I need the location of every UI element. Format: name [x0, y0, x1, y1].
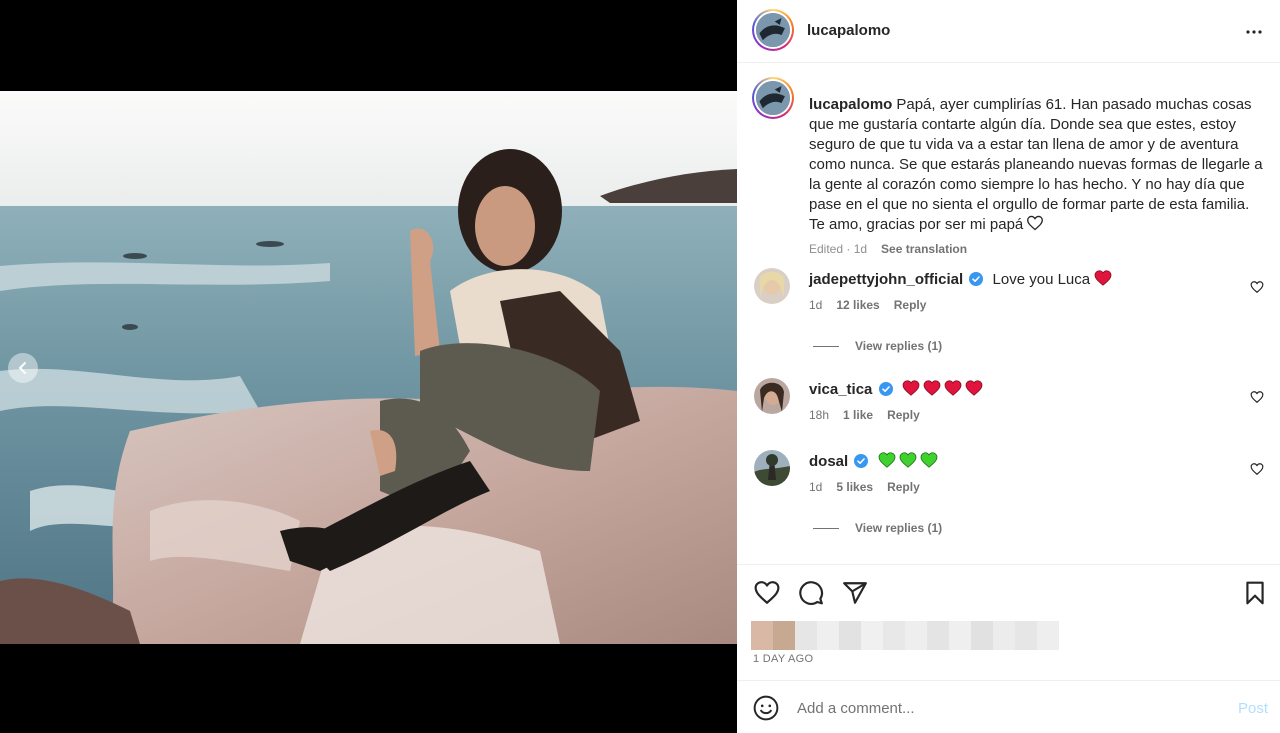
commenter-avatar[interactable]: [754, 378, 790, 414]
author-avatar[interactable]: [752, 9, 794, 51]
instagram-post-modal: lucapalomo lucapalomo Papá, ayer cumplir…: [0, 0, 1280, 733]
comment-meta: 1d 12 likes Reply: [809, 298, 926, 312]
commenter-avatar[interactable]: [754, 268, 790, 304]
reply-button[interactable]: Reply: [887, 408, 920, 422]
avatar-image: [754, 378, 790, 414]
comment-body: vica_tica: [809, 380, 986, 400]
red-heart-emoji-icon: [902, 380, 920, 396]
red-heart-emoji-icon: [965, 380, 983, 396]
comment-likes-count[interactable]: 12 likes: [836, 298, 879, 312]
add-comment-bar: Post: [737, 680, 1280, 733]
caption-edited-age: Edited · 1d: [809, 242, 868, 256]
comment-likes-count[interactable]: 1 like: [843, 408, 873, 422]
see-translation-link[interactable]: See translation: [881, 242, 967, 256]
comment-like-heart-icon[interactable]: [1250, 390, 1264, 404]
add-comment-input[interactable]: [797, 695, 1197, 721]
verified-badge-icon: [969, 272, 984, 286]
view-replies-button[interactable]: View replies (1): [813, 339, 942, 353]
comment-text: Love you Luca: [992, 271, 1091, 288]
green-heart-emoji-icon: [899, 452, 916, 468]
share-paper-plane-icon[interactable]: [842, 580, 868, 606]
comment-meta: 18h 1 like Reply: [809, 408, 920, 422]
comment-bubble-icon[interactable]: [798, 580, 824, 606]
caption-username[interactable]: lucapalomo: [809, 96, 892, 113]
commenter-username[interactable]: vica_tica: [809, 381, 872, 398]
save-bookmark-icon[interactable]: [1242, 580, 1268, 606]
commenter-username[interactable]: dosal: [809, 453, 848, 470]
emoji-smiley-icon[interactable]: [753, 695, 779, 721]
replies-divider-line: [813, 346, 839, 348]
caption-body: Papá, ayer cumplirías 61. Han pasado muc…: [809, 96, 1263, 233]
chevron-left-icon: [19, 362, 26, 374]
verified-badge-icon: [878, 382, 893, 396]
post-actions-bar: [737, 565, 1280, 621]
comment-like-heart-icon[interactable]: [1250, 280, 1264, 294]
reply-button[interactable]: Reply: [894, 298, 927, 312]
view-replies-button[interactable]: View replies (1): [813, 521, 942, 535]
comment-age: 18h: [809, 408, 830, 422]
more-options-icon[interactable]: [1242, 20, 1266, 44]
like-heart-icon[interactable]: [754, 580, 780, 606]
post-comment-button[interactable]: Post: [1238, 700, 1268, 717]
green-heart-emoji-icon: [920, 452, 937, 468]
reply-button[interactable]: Reply: [887, 480, 920, 494]
avatar-image: [754, 268, 790, 304]
red-heart-emoji-icon: [1094, 270, 1112, 286]
replies-divider-line: [813, 528, 839, 530]
red-heart-emoji-icon: [923, 380, 941, 396]
comment-body: dosal: [809, 452, 941, 472]
comment-age: 1d: [809, 480, 823, 494]
comment-like-heart-icon[interactable]: [1250, 462, 1264, 476]
author-username[interactable]: lucapalomo: [807, 22, 890, 39]
liked-by-blurred: [751, 621, 1059, 650]
comment-likes-count[interactable]: 5 likes: [836, 480, 873, 494]
post-timestamp: 1 DAY AGO: [753, 653, 814, 665]
commenter-avatar[interactable]: [754, 450, 790, 486]
avatar-image: [754, 450, 790, 486]
post-details-panel: lucapalomo lucapalomo Papá, ayer cumplir…: [737, 0, 1280, 733]
post-media-area: [0, 0, 737, 733]
red-heart-emoji-icon: [944, 380, 962, 396]
commenter-username[interactable]: jadepettyjohn_official: [809, 271, 963, 288]
view-replies-label: View replies (1): [855, 521, 943, 535]
caption-author-avatar[interactable]: [752, 77, 794, 119]
caption-meta: Edited · 1d See translation: [809, 242, 967, 256]
green-heart-emoji-icon: [878, 452, 895, 468]
white-heart-emoji-icon: [1027, 215, 1044, 231]
comment-age: 1d: [809, 298, 823, 312]
caption-text: lucapalomo Papá, ayer cumplirías 61. Han …: [809, 95, 1264, 235]
view-replies-label: View replies (1): [855, 339, 943, 353]
comment-meta: 1d 5 likes Reply: [809, 480, 920, 494]
comments-scroll-area[interactable]: lucapalomo Papá, ayer cumplirías 61. Han …: [737, 64, 1280, 564]
comment-body: jadepettyjohn_official Love you Luca: [809, 270, 1115, 290]
photo-man-sitting-on-rocks-by-sea: [0, 91, 737, 644]
post-header: lucapalomo: [737, 0, 1280, 63]
previous-image-button[interactable]: [8, 353, 38, 383]
avatar-image: [756, 81, 790, 115]
verified-badge-icon: [854, 454, 869, 468]
post-photo: [0, 91, 737, 644]
avatar-image: [756, 13, 790, 47]
